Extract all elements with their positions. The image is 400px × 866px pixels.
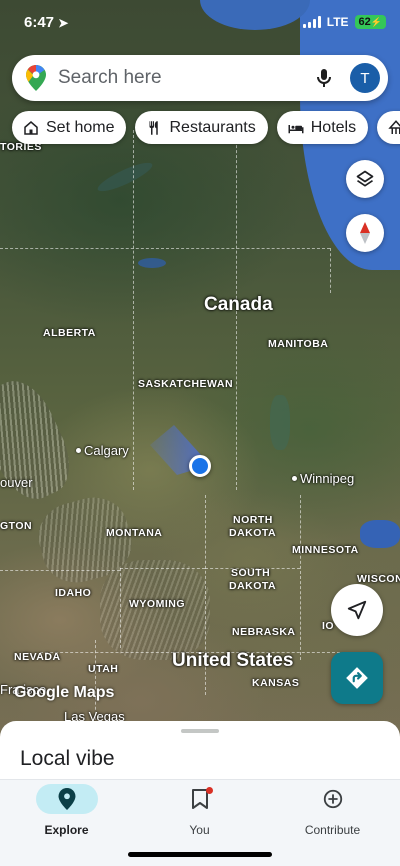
sheet-drag-handle[interactable] <box>181 729 219 733</box>
tab-label: Explore <box>44 823 89 837</box>
microphone-icon[interactable] <box>312 66 336 90</box>
clock-text: 6:47 <box>24 14 55 31</box>
status-time: 6:47 ➤ <box>24 14 68 31</box>
border-line <box>120 568 121 648</box>
chip-label: Set home <box>46 118 115 136</box>
tab-explore[interactable]: Explore <box>0 780 133 850</box>
border-line <box>0 570 120 571</box>
border-line <box>0 248 330 249</box>
chip-attractions[interactable] <box>377 111 400 144</box>
tab-icon-container <box>169 784 231 814</box>
search-input[interactable]: Search here <box>58 67 312 89</box>
map-label-north-dakota: NORTH <box>233 514 273 526</box>
map-label-alberta: ALBERTA <box>43 327 96 339</box>
map-label-manitoba: MANITOBA <box>268 338 329 350</box>
lake-water <box>94 157 156 197</box>
map-label-canada: Canada <box>204 294 273 315</box>
chip-label: Restaurants <box>169 118 256 136</box>
tab-icon-container <box>35 784 98 814</box>
layers-icon <box>356 170 374 187</box>
navigation-arrow-icon <box>347 600 367 620</box>
lake-water <box>360 520 400 548</box>
compass-button[interactable] <box>346 214 384 252</box>
map-label-kansas: KANSAS <box>252 677 300 689</box>
add-circle-icon <box>323 789 342 809</box>
map-label-south-dakota: DAKOTA <box>229 580 277 592</box>
current-location-dot[interactable] <box>189 455 211 477</box>
google-maps-pin-icon <box>26 65 46 91</box>
tab-icon-container <box>302 784 364 814</box>
attraction-icon <box>388 119 400 134</box>
border-line <box>95 640 96 720</box>
map-label-north-dakota: DAKOTA <box>229 527 277 539</box>
lake-winnipeg <box>270 395 290 450</box>
map-label-saskatchewan: SASKATCHEWAN <box>138 378 234 390</box>
rocky-mountains <box>100 560 210 660</box>
border-line <box>133 130 134 490</box>
map-label-minnesota: MINNESOTA <box>292 544 359 556</box>
my-location-button[interactable] <box>331 584 383 636</box>
map-label-nevada: NEVADA <box>14 651 61 663</box>
lake-water <box>138 258 166 268</box>
sheet-title: Local vibe <box>20 747 115 770</box>
map-label-washington: GTON <box>0 520 33 532</box>
signal-icon <box>302 16 321 28</box>
chip-hotels[interactable]: Hotels <box>276 111 369 144</box>
tab-contribute[interactable]: Contribute <box>266 780 399 850</box>
notification-dot <box>206 787 213 794</box>
chip-label: Hotels <box>310 118 357 136</box>
chip-set-home[interactable]: Set home <box>12 111 127 144</box>
map-label-iowa: IO <box>322 620 335 632</box>
city-dot <box>292 476 297 481</box>
fork-knife-icon <box>149 120 159 135</box>
tab-label: You <box>189 823 210 837</box>
border-line <box>120 568 205 569</box>
border-line <box>300 495 301 660</box>
avatar[interactable]: T <box>350 63 380 93</box>
location-arrow-icon: ➤ <box>58 16 69 30</box>
directions-button[interactable] <box>331 652 383 704</box>
map-label-south-dakota: SOUTH <box>231 567 271 579</box>
home-indicator[interactable] <box>128 852 272 857</box>
map-label-nebraska: NEBRASKA <box>232 626 296 638</box>
network-label: LTE <box>326 15 349 29</box>
border-line <box>330 248 331 293</box>
layers-button[interactable] <box>346 160 384 198</box>
status-indicators: LTE 62⚡ <box>302 15 386 29</box>
tab-you[interactable]: You <box>133 780 266 850</box>
map-label-winnipeg[interactable]: Winnipeg <box>300 471 354 486</box>
map-label-calgary[interactable]: Calgary <box>84 443 129 458</box>
home-icon <box>24 120 38 135</box>
map-label-vancouver[interactable]: ouver <box>0 475 33 490</box>
category-chips: Set home Restaurants Hotels <box>12 111 400 144</box>
status-bar: 6:47 ➤ LTE 62⚡ <box>0 0 400 46</box>
chip-restaurants[interactable]: Restaurants <box>135 111 268 144</box>
map-label-wyoming: WYOMING <box>129 598 185 610</box>
map-label-wisconsin: WISCON <box>357 573 400 585</box>
map-label-montana: MONTANA <box>106 527 163 539</box>
map-label-united-states: United States <box>172 650 294 671</box>
bed-icon <box>288 124 304 133</box>
map-label-utah: UTAH <box>88 663 119 675</box>
tab-label: Contribute <box>304 823 361 837</box>
directions-icon <box>346 667 368 689</box>
map-label-idaho: IDAHO <box>55 587 92 599</box>
battery-icon: 62⚡ <box>354 15 386 29</box>
google-maps-watermark: Google Maps <box>14 684 115 701</box>
battery-level: 62 <box>358 16 371 28</box>
explore-pin-icon <box>58 788 75 810</box>
compass-icon <box>360 222 370 244</box>
search-bar[interactable]: Search here T <box>12 55 388 101</box>
city-dot <box>76 448 81 453</box>
avatar-initial: T <box>360 69 370 87</box>
